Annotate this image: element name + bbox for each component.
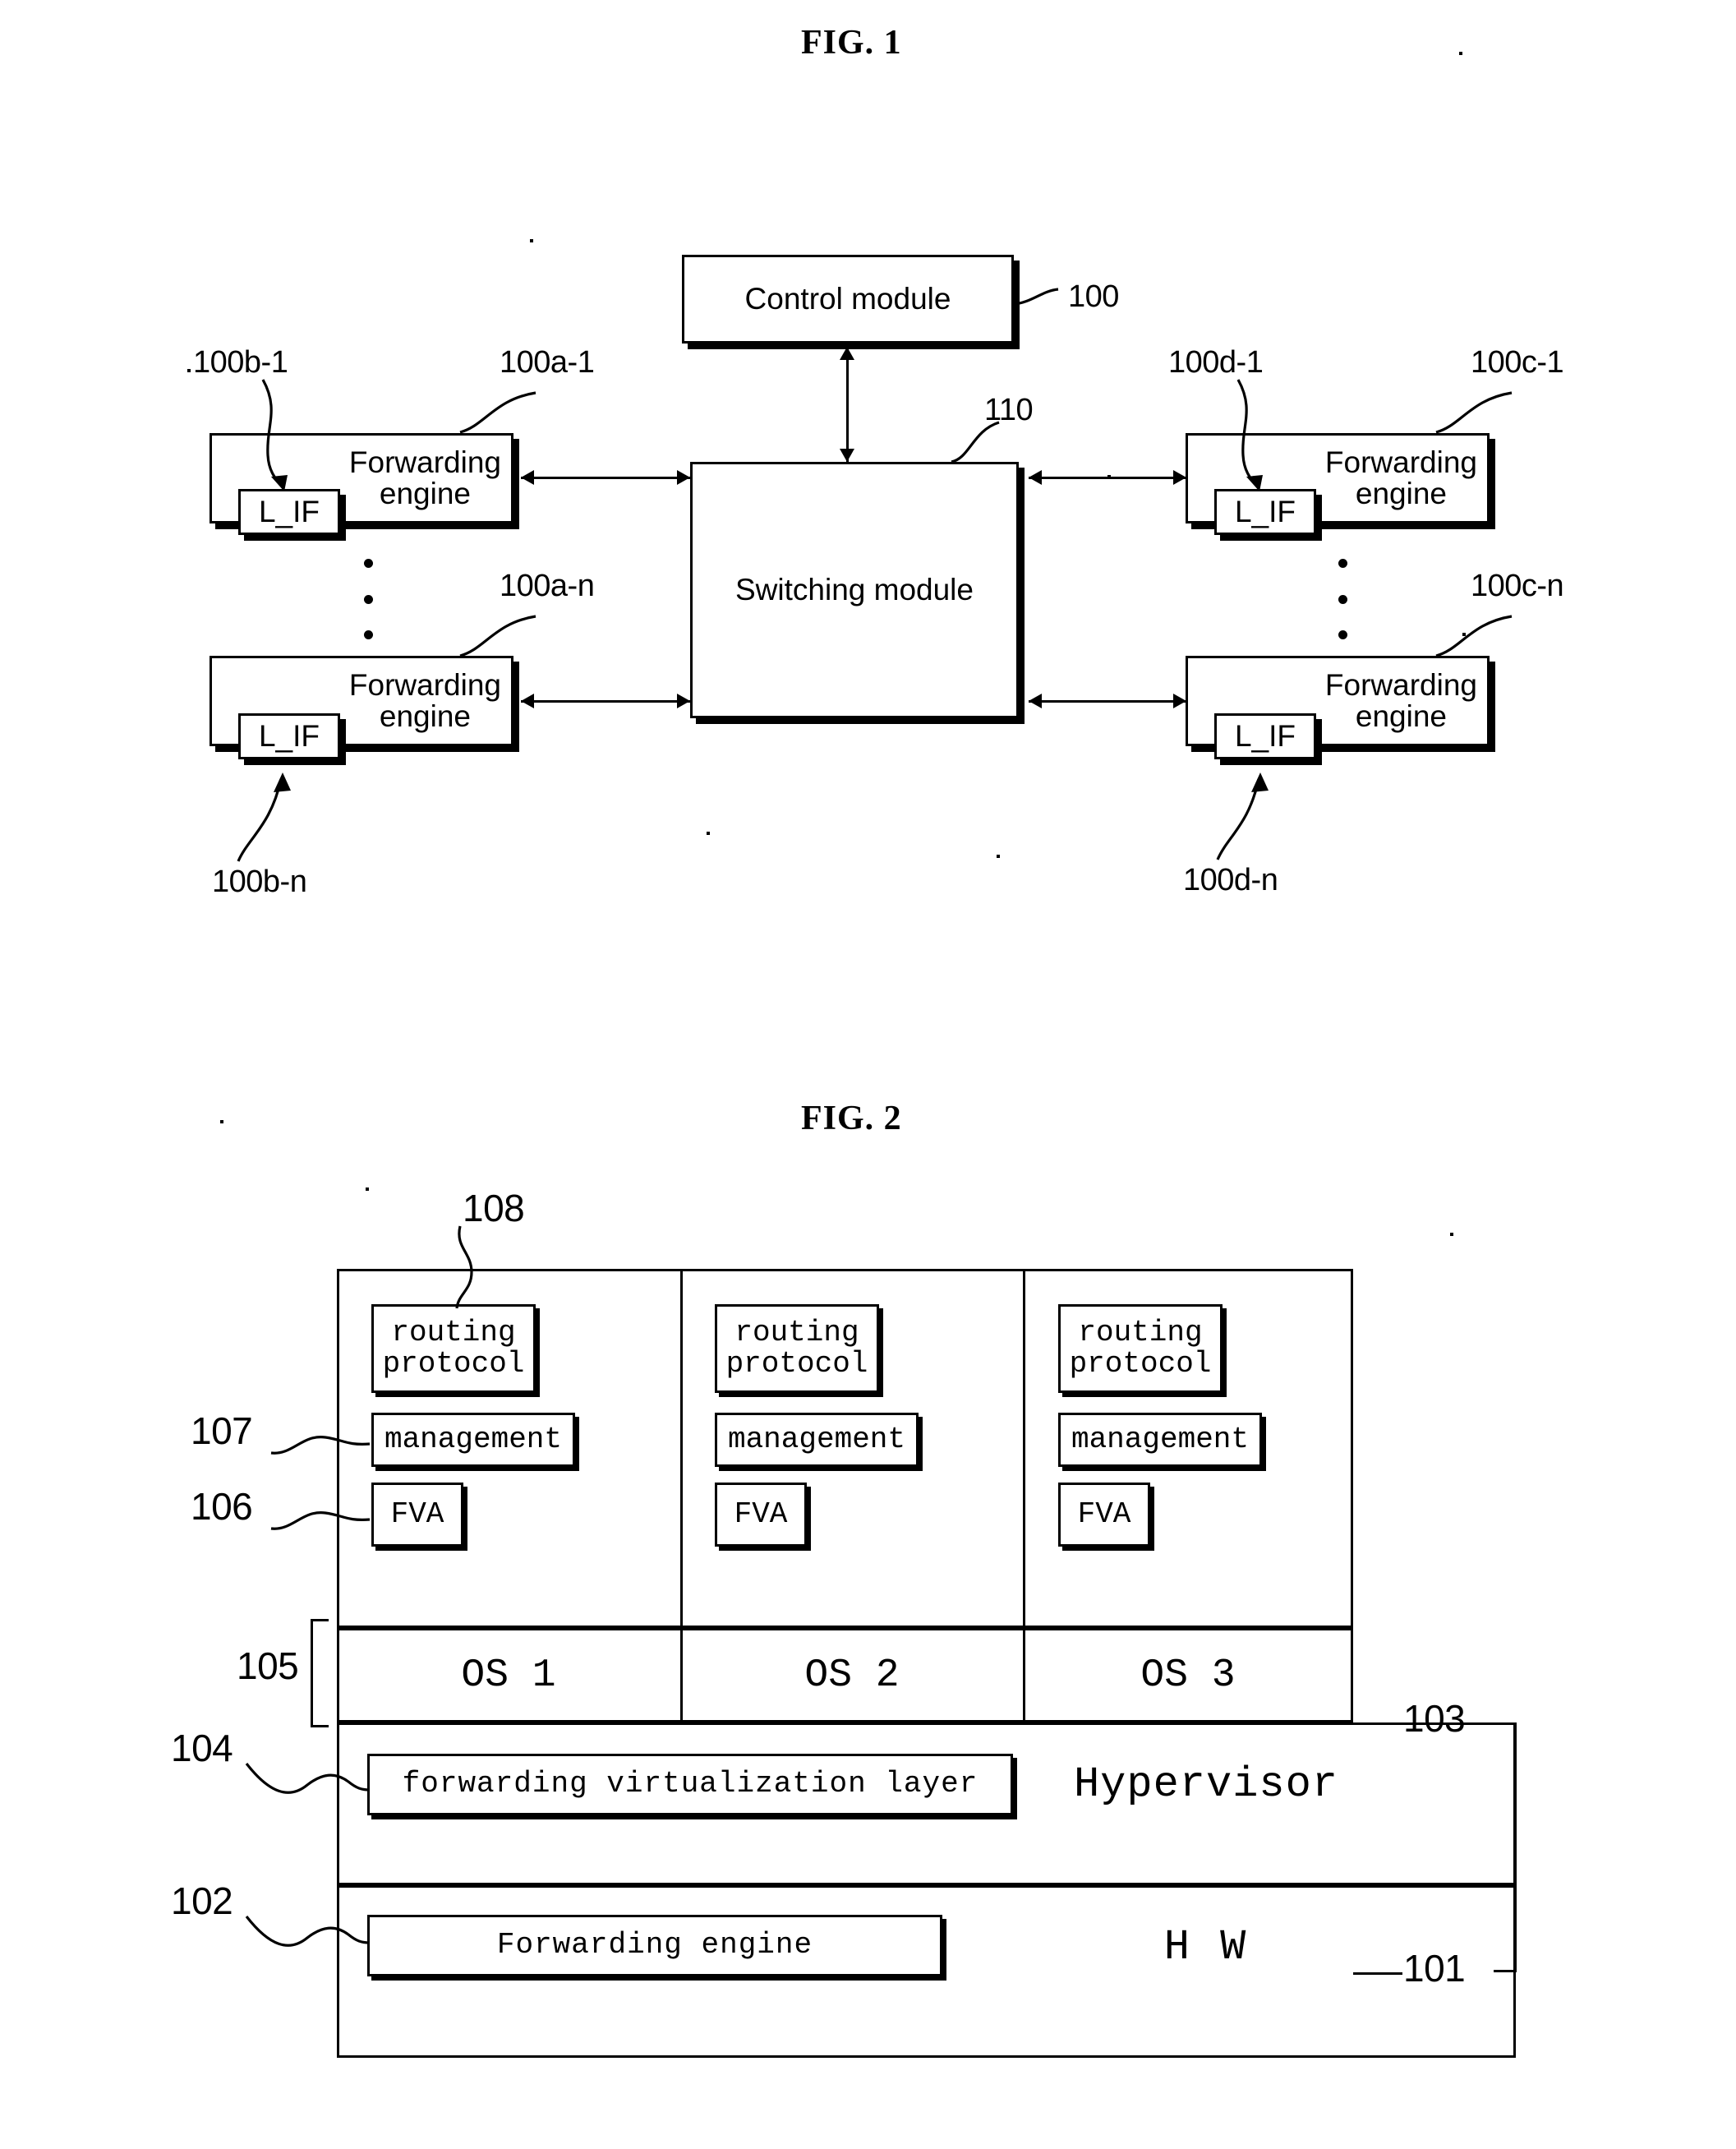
ref-100b-n-label: 100b-n: [212, 865, 307, 899]
scan-speck: [366, 1187, 369, 1191]
ref-103-leader: [1353, 1722, 1402, 1725]
ref-107-leader: [270, 1436, 371, 1455]
ref-103-label: 103: [1403, 1697, 1466, 1740]
ref-100c-n-label: 100c-n: [1471, 569, 1564, 603]
ref-108-leader: [455, 1225, 473, 1309]
ref-100-label: 100: [1068, 279, 1119, 314]
ref-105-label: 105: [237, 1644, 299, 1687]
management-box-1[interactable]: management: [371, 1413, 575, 1467]
scan-speck: [1107, 475, 1111, 478]
ref-100c-1-leader: [1435, 391, 1513, 434]
ref-100c-n-leader: [1435, 615, 1513, 657]
os-cell-3: OS 3: [1140, 1653, 1236, 1698]
forwarding-engine-label: Forwarding engine: [348, 445, 501, 510]
scan-speck: [220, 1120, 223, 1123]
arrow-right-icon: [677, 694, 690, 708]
routing-protocol-box-3[interactable]: routing protocol: [1058, 1304, 1223, 1393]
scan-speck: [1450, 1233, 1453, 1236]
control-module-label: Control module: [744, 282, 951, 316]
line-interface-label: L_IF: [1234, 719, 1296, 754]
arrow-right-icon: [677, 470, 690, 485]
os-cell-1: OS 1: [461, 1653, 556, 1698]
scan-speck: [997, 855, 1000, 858]
ref-100a-n-leader: [459, 615, 536, 657]
ref-103-101-bracket: [1494, 1722, 1517, 1972]
ref-100d-n-label: 100d-n: [1183, 863, 1278, 897]
ref-106-leader: [270, 1511, 371, 1530]
os-cell-2: OS 2: [804, 1653, 900, 1698]
figure-1-title: FIG. 1: [801, 24, 902, 62]
figure-2-title: FIG. 2: [801, 1100, 902, 1137]
vertical-ellipsis-left: [363, 559, 373, 639]
ref-102-leader: [245, 1916, 371, 1947]
fva-box-1[interactable]: FVA: [371, 1483, 463, 1547]
ref-101-leader: [1353, 1972, 1402, 1975]
ref-105-bracket: [311, 1619, 329, 1727]
arrow-left-icon: [1029, 694, 1042, 708]
ref-100a-1-label: 100a-1: [500, 345, 595, 380]
hypervisor-label: Hypervisor: [1073, 1760, 1339, 1809]
ref-100d-1-leader: [1236, 379, 1263, 491]
ref-100c-1-label: 100c-1: [1471, 345, 1564, 380]
ref-100a-n-label: 100a-n: [500, 569, 595, 603]
routing-protocol-box-2[interactable]: routing protocol: [715, 1304, 879, 1393]
fe-switch-link-right-bottom: [1029, 700, 1186, 703]
fva-box-2[interactable]: FVA: [715, 1483, 807, 1547]
control-module-box[interactable]: Control module: [682, 255, 1014, 344]
management-box-3[interactable]: management: [1058, 1413, 1262, 1467]
fva-box-3[interactable]: FVA: [1058, 1483, 1150, 1547]
vm-column-divider-2: [1023, 1269, 1025, 1628]
management-box-2[interactable]: management: [715, 1413, 919, 1467]
ref-102-label: 102: [171, 1879, 233, 1922]
line-interface-box-left-bottom[interactable]: L_IF: [238, 713, 340, 759]
arrow-right-icon: [1173, 470, 1186, 485]
ref-104-leader: [245, 1763, 371, 1794]
forwarding-virtualization-layer-box[interactable]: forwarding virtualization layer: [367, 1754, 1013, 1815]
ref-100b-1-label: 100b-1: [193, 345, 288, 380]
ref-110-label: 110: [984, 393, 1034, 427]
ref-101-label: 101: [1403, 1947, 1466, 1990]
forwarding-engine-label: Forwarding engine: [1324, 668, 1477, 733]
line-interface-label: L_IF: [258, 719, 320, 754]
control-switch-link: [846, 347, 849, 462]
ref-100a-1-leader: [459, 391, 536, 434]
scan-speck: [530, 239, 533, 242]
forwarding-engine-label: Forwarding engine: [1324, 445, 1477, 510]
ref-108-label: 108: [463, 1187, 525, 1229]
patent-drawing-sheet: FIG. 1 Control module 100 Switching modu…: [0, 0, 1736, 2149]
ref-104-label: 104: [171, 1727, 233, 1769]
arrow-down-icon: [840, 449, 854, 462]
vm-column-divider-1: [680, 1269, 683, 1628]
line-interface-box-right-bottom[interactable]: L_IF: [1214, 713, 1316, 759]
ref-100b-n-leader: [237, 772, 291, 862]
scan-speck: [1459, 52, 1462, 55]
ref-100b-1-leader: [261, 379, 288, 491]
arrow-left-icon: [521, 694, 534, 708]
fe-switch-link-left-bottom: [521, 700, 690, 703]
scan-speck: [707, 832, 710, 835]
switching-module-box[interactable]: Switching module: [690, 462, 1019, 718]
arrow-left-icon: [1029, 470, 1042, 485]
ref-100d-1-label: 100d-1: [1168, 345, 1264, 380]
hardware-label: H W: [1163, 1923, 1249, 1971]
forwarding-engine-label: Forwarding engine: [348, 668, 501, 733]
fe-switch-link-left-top: [521, 477, 690, 479]
switching-module-label: Switching module: [735, 573, 974, 607]
vertical-ellipsis-right: [1338, 559, 1347, 639]
arrow-up-icon: [840, 347, 854, 360]
routing-protocol-box-1[interactable]: routing protocol: [371, 1304, 536, 1393]
arrow-right-icon: [1173, 694, 1186, 708]
scan-speck: [187, 369, 191, 372]
ref-106-label: 106: [191, 1485, 253, 1528]
arrow-left-icon: [521, 470, 534, 485]
forwarding-engine-hw-box[interactable]: Forwarding engine: [367, 1915, 942, 1976]
ref-107-label: 107: [191, 1409, 253, 1452]
